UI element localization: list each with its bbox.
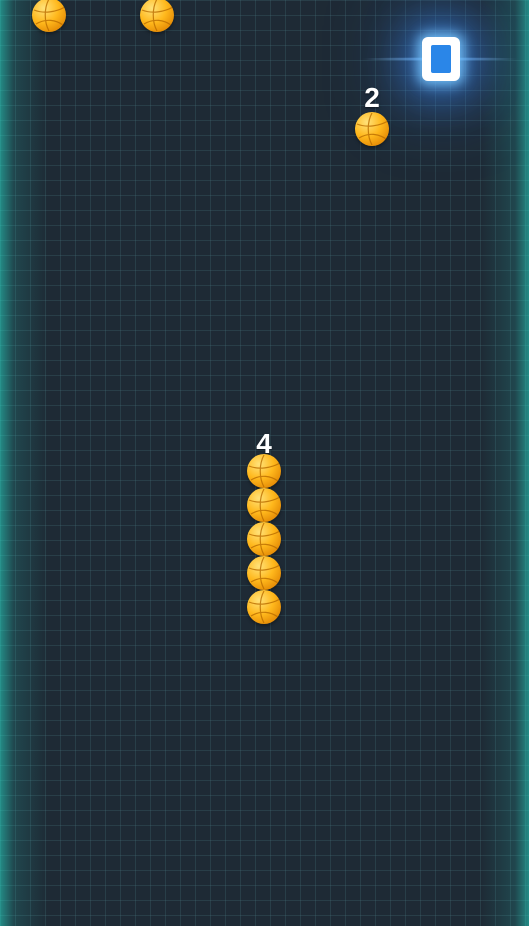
snake-segment (247, 522, 281, 556)
ball-pickup (355, 112, 389, 146)
snake-segment (247, 556, 281, 590)
snake-segment (247, 590, 281, 624)
pause-icon (431, 45, 451, 73)
snake-segment (247, 488, 281, 522)
snake-head (247, 454, 281, 488)
ball-pickup (140, 0, 174, 32)
ball-pickup (32, 0, 66, 32)
pickup-count: 2 (364, 82, 380, 113)
pause-button[interactable] (422, 37, 460, 81)
